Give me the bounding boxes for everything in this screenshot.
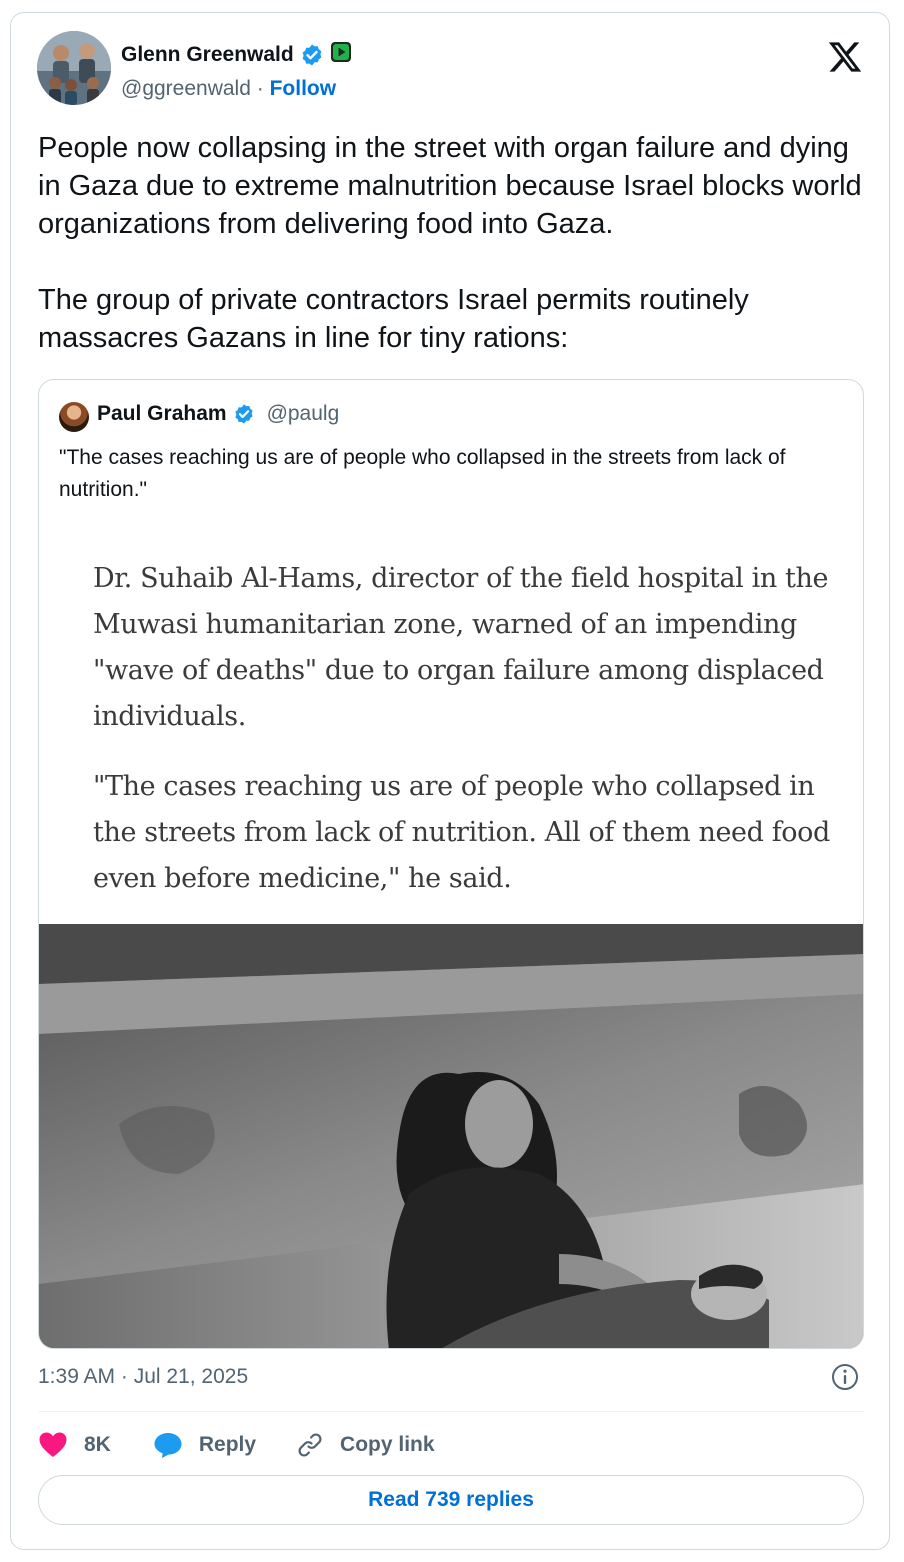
article-paragraph: "The cases reaching us are of people who… [93,771,830,894]
action-bar: 8K Reply Copy link [38,1427,435,1463]
link-icon [296,1431,324,1459]
divider [38,1411,864,1412]
quoted-author-handle[interactable]: @paulg [267,402,340,426]
author-avatar-image [37,31,111,105]
like-count: 8K [84,1433,111,1456]
info-icon[interactable] [831,1363,859,1391]
quoted-author-name[interactable]: Paul Graham [97,402,227,426]
tweet-text: People now collapsing in the street with… [38,132,862,354]
handle-separator: · [256,77,264,100]
tweet-card: Glenn Greenwald @ggreenwald · Follow Peo… [10,12,890,1550]
quoted-author-avatar[interactable] [59,402,89,432]
heart-icon [38,1431,68,1459]
article-paragraph: Dr. Suhaib Al-Hams, director of the fiel… [93,563,829,732]
reply-label: Reply [198,1433,257,1456]
author-handle-row: @ggreenwald · Follow [121,77,336,101]
copy-link-label: Copy link [340,1433,435,1456]
reply-bubble-icon [153,1431,183,1459]
verified-badge-icon [300,43,324,67]
like-button[interactable]: 8K [38,1431,111,1459]
quoted-author-row: Paul Graham @paulg [97,402,339,426]
author-name-row: Glenn Greenwald [121,41,352,68]
verified-badge-icon [233,403,255,425]
author-avatar[interactable] [37,31,111,105]
quoted-photo[interactable] [39,924,864,1349]
reply-button[interactable]: Reply [153,1431,256,1459]
read-replies-button[interactable]: Read 739 replies [38,1475,864,1525]
follow-button[interactable]: Follow [270,77,337,100]
rumble-badge-icon [330,41,352,68]
x-logo-icon[interactable] [827,39,863,75]
author-name[interactable]: Glenn Greenwald [121,43,294,67]
quoted-tweet[interactable]: Paul Graham @paulg "The cases reaching u… [38,379,864,1349]
tweet-timestamp[interactable]: 1:39 AM · Jul 21, 2025 [38,1365,248,1389]
copy-link-button[interactable]: Copy link [296,1431,435,1459]
author-handle[interactable]: @ggreenwald [121,77,251,100]
article-screenshot: Dr. Suhaib Al-Hams, director of the fiel… [93,556,833,902]
quoted-tweet-text: "The cases reaching us are of people who… [59,446,786,501]
